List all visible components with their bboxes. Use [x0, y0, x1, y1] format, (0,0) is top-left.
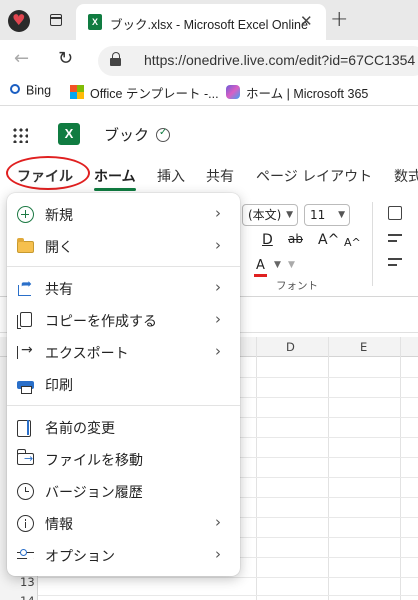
column-header-d[interactable]: D	[286, 340, 295, 354]
lock-icon[interactable]	[110, 52, 122, 66]
ribbon-divider	[372, 202, 373, 286]
strikethrough-button[interactable]: ab	[288, 232, 303, 246]
print-icon	[17, 376, 34, 394]
grid-line	[0, 577, 418, 578]
chevron-down-icon: ▼	[338, 210, 345, 220]
chevron-down-icon[interactable]: ▼	[274, 260, 281, 270]
share-icon	[17, 277, 34, 297]
options-icon	[17, 547, 34, 564]
search-icon	[10, 83, 20, 94]
chevron-right-icon: ›	[215, 545, 221, 563]
menu-item-share[interactable]: 共有 ›	[7, 272, 240, 304]
address-bar-row: ← ↻ https://onedrive.live.com/edit?id=67…	[0, 40, 418, 80]
menu-item-info[interactable]: 情報 ›	[7, 507, 240, 539]
folder-icon	[17, 238, 34, 253]
menu-item-export[interactable]: エクスポート ›	[7, 336, 240, 368]
bookmark-bing[interactable]: Bing	[10, 83, 51, 103]
move-folder-icon	[17, 449, 34, 465]
chevron-right-icon: ›	[215, 513, 221, 531]
microsoft-logo-icon	[70, 84, 84, 99]
align-icon[interactable]	[388, 240, 397, 242]
menu-item-make-copy[interactable]: コピーを作成する ›	[7, 304, 240, 336]
saved-status-icon[interactable]	[156, 127, 170, 142]
chevron-right-icon: ›	[215, 310, 221, 328]
double-underline-button[interactable]: D	[262, 232, 273, 248]
history-icon	[17, 483, 34, 500]
row-header-14[interactable]: 14	[20, 594, 35, 600]
indent-icon[interactable]	[388, 264, 397, 266]
tab-home[interactable]: ホーム	[94, 166, 136, 191]
align-icon[interactable]	[388, 234, 402, 236]
chevron-right-icon: ›	[215, 236, 221, 254]
font-color-button[interactable]: A	[254, 258, 267, 277]
column-header-e[interactable]: E	[360, 340, 367, 354]
browser-tab-active[interactable]: X ブック.xlsx - Microsoft Excel Online ✕	[76, 4, 326, 40]
browser-tab-strip: X ブック.xlsx - Microsoft Excel Online ✕ +	[0, 0, 418, 40]
grow-font-button[interactable]: A^	[318, 232, 339, 248]
bookmark-office-templates[interactable]: Office テンプレート -...	[70, 83, 219, 103]
menu-item-move-file[interactable]: ファイルを移動	[7, 443, 240, 475]
chevron-right-icon: ›	[215, 342, 221, 360]
chevron-right-icon: ›	[215, 204, 221, 222]
tab-title: ブック.xlsx - Microsoft Excel Online	[110, 18, 308, 32]
plus-circle-icon	[17, 206, 34, 223]
chevron-right-icon: ›	[215, 278, 221, 296]
font-name-value: (本文)	[248, 208, 282, 222]
tab-insert[interactable]: 挿入	[157, 166, 185, 186]
tab-page-layout[interactable]: ページ レイアウト	[256, 166, 372, 186]
new-tab-button[interactable]: +	[330, 7, 348, 32]
shrink-font-button[interactable]: A^	[344, 236, 361, 249]
chevron-down-icon: ▼	[286, 210, 293, 220]
row-header-13[interactable]: 13	[20, 575, 35, 589]
app-header: X ブック	[0, 107, 418, 157]
menu-item-print[interactable]: 印刷	[7, 368, 240, 400]
menu-divider	[7, 266, 240, 267]
excel-logo-icon[interactable]: X	[58, 123, 80, 145]
url-field[interactable]: https://onedrive.live.com/edit?id=67CC13…	[98, 46, 418, 76]
tab-formulas[interactable]: 数式	[394, 166, 418, 186]
menu-divider	[7, 405, 240, 406]
tab-actions-icon[interactable]	[50, 14, 62, 26]
ribbon-font-group: (本文) ▼ 11 ▼ D ab A^ A^ A ▼ ▼ フォント	[240, 196, 418, 294]
menu-item-options[interactable]: オプション ›	[7, 539, 240, 571]
font-size-value: 11	[310, 208, 326, 222]
bookmark-m365-home[interactable]: ホーム | Microsoft 365	[226, 83, 368, 103]
excel-favicon-icon: X	[88, 14, 102, 30]
m365-icon	[226, 84, 240, 99]
font-group-label: フォント	[276, 280, 318, 292]
menu-item-rename[interactable]: 名前の変更	[7, 411, 240, 443]
export-icon	[17, 342, 34, 361]
menu-item-new[interactable]: 新規 ›	[7, 198, 240, 230]
font-size-dropdown[interactable]: 11 ▼	[304, 204, 350, 226]
document-title[interactable]: ブック	[104, 124, 149, 145]
indent-icon[interactable]	[388, 258, 402, 260]
back-arrow-icon[interactable]: ←	[14, 48, 29, 69]
file-menu: 新規 › 開く › 共有 › コピーを作成する › エクスポート › 印刷 名前…	[7, 193, 240, 576]
url-text[interactable]: https://onedrive.live.com/edit?id=67CC13…	[144, 52, 415, 68]
wrap-text-icon[interactable]	[388, 206, 402, 220]
menu-item-open[interactable]: 開く ›	[7, 230, 240, 262]
copy-icon	[17, 312, 34, 329]
tab-share[interactable]: 共有	[206, 166, 234, 186]
font-name-dropdown[interactable]: (本文) ▼	[242, 204, 298, 226]
file-tab-highlight-ring	[6, 156, 90, 190]
bookmarks-bar: Bing Office テンプレート -... ホーム | Microsoft …	[0, 80, 418, 106]
info-icon	[17, 515, 34, 532]
tab-close-icon[interactable]: ✕	[300, 12, 313, 30]
chevron-down-icon[interactable]: ▼	[288, 260, 295, 270]
reload-icon[interactable]: ↻	[58, 48, 73, 69]
menu-item-version-history[interactable]: バージョン履歴	[7, 475, 240, 507]
rename-icon	[17, 419, 34, 437]
profile-avatar-icon[interactable]	[8, 10, 30, 32]
grid-line	[0, 595, 418, 596]
app-launcher-icon[interactable]	[12, 127, 28, 143]
